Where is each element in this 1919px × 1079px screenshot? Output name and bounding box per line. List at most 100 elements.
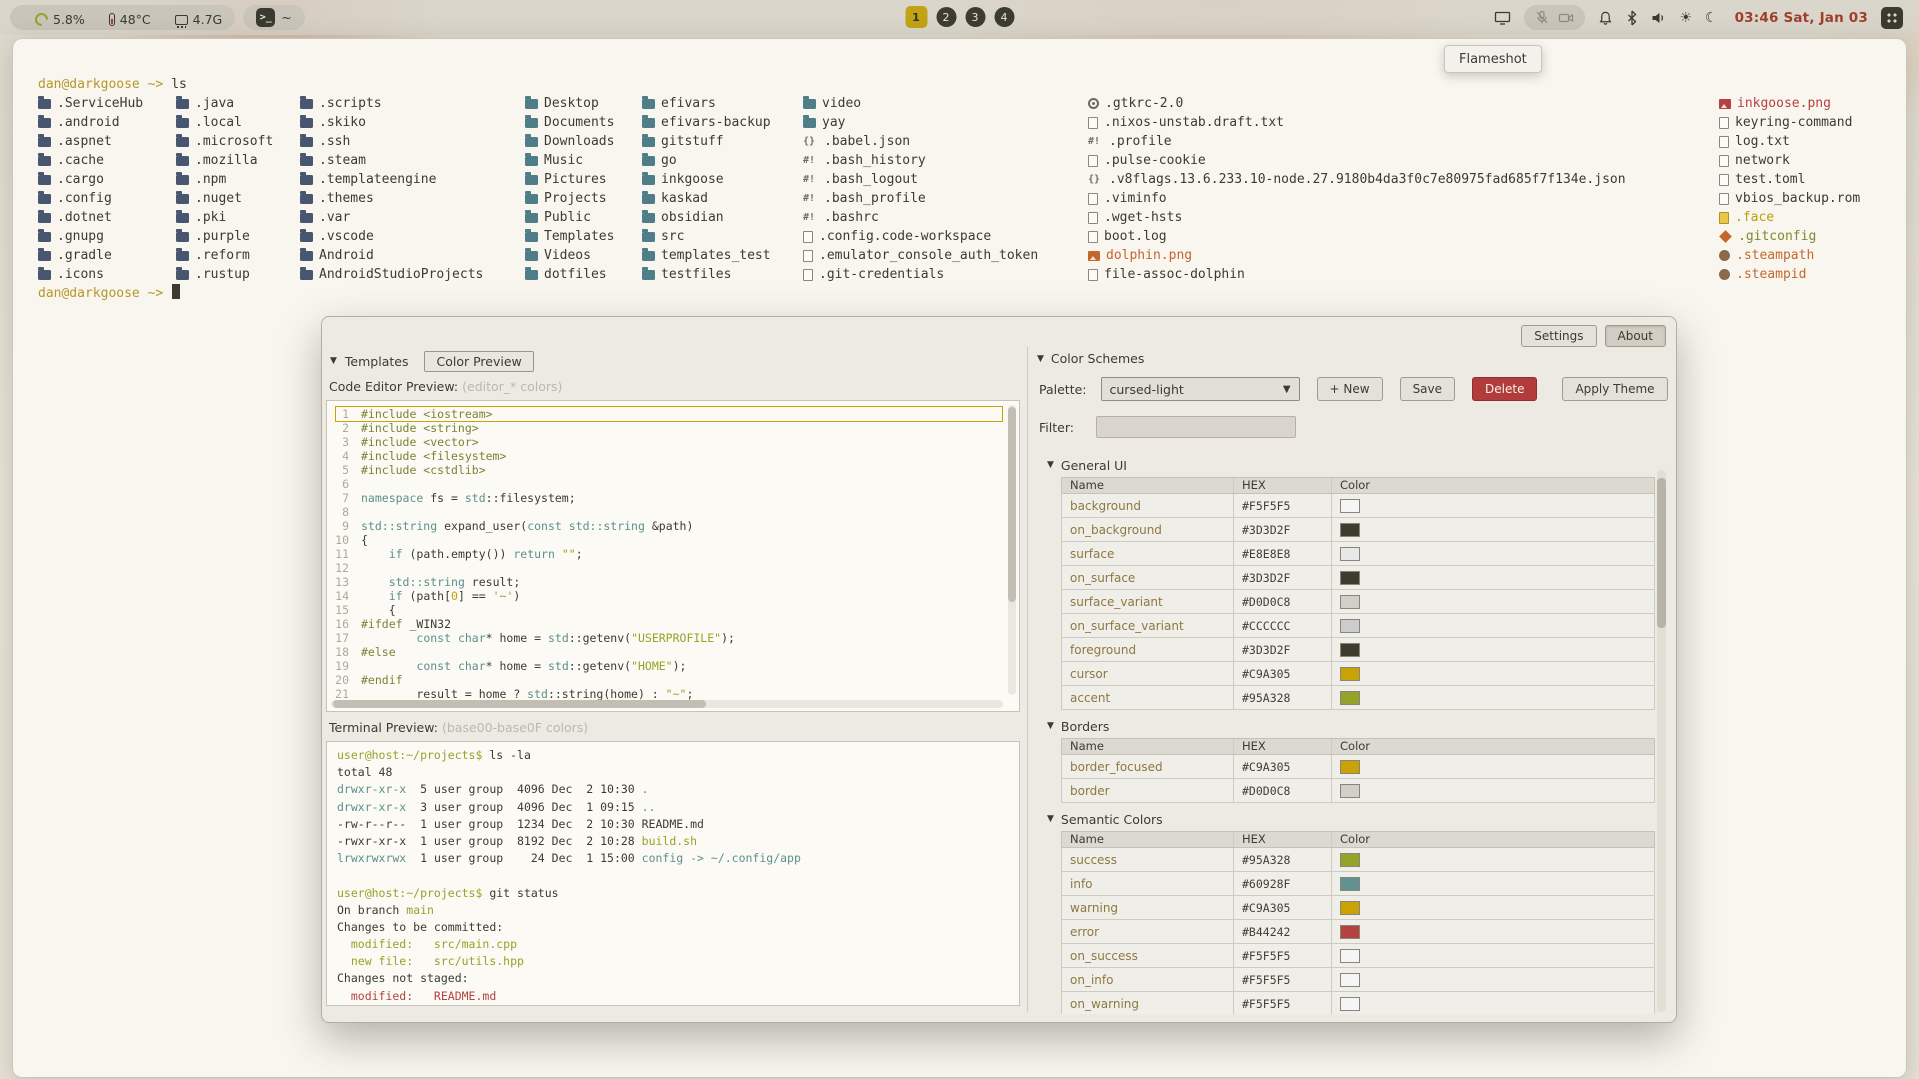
color-row[interactable]: on_background#3D3D2F	[1061, 518, 1655, 542]
editor-vertical-scrollbar[interactable]	[1008, 405, 1016, 695]
apply-theme-button[interactable]: Apply Theme	[1562, 377, 1667, 401]
palette-select[interactable]: cursed-light ▼	[1101, 377, 1300, 401]
file-name: obsidian	[661, 210, 724, 225]
file-name: boot.log	[1104, 229, 1167, 244]
color-swatch[interactable]	[1340, 619, 1360, 633]
volume-icon[interactable]	[1651, 11, 1666, 25]
color-group-header[interactable]: ▼Borders	[1047, 718, 1668, 734]
code-line: 21 result = home ? std::string(home) : "…	[327, 687, 1019, 701]
color-row[interactable]: on_surface_variant#CCCCCC	[1061, 614, 1655, 638]
color-row[interactable]: error#B44242	[1061, 920, 1655, 944]
color-swatch[interactable]	[1340, 877, 1360, 891]
workspace-1[interactable]: 1	[905, 6, 927, 28]
ls-column-2: .java.local.microsoft.mozilla.npm.nuget.…	[176, 94, 273, 284]
file-entry: .nixos-unstab.draft.txt	[1088, 113, 1626, 132]
file-entry: network	[1719, 151, 1860, 170]
workspace-2[interactable]: 2	[936, 7, 956, 27]
terminal-color-preview[interactable]: user@host:~/projects$ ls -latotal 48drwx…	[326, 741, 1020, 1006]
scrollbar-thumb[interactable]	[1008, 407, 1016, 602]
settings-button[interactable]: Settings	[1521, 325, 1596, 347]
bluetooth-icon[interactable]	[1626, 10, 1638, 26]
color-row[interactable]: on_warning#F5F5F5	[1061, 992, 1655, 1014]
brightness-icon[interactable]: ☀	[1679, 11, 1692, 25]
color-row[interactable]: surface_variant#D0D0C8	[1061, 590, 1655, 614]
color-group-header[interactable]: ▼General UI	[1047, 457, 1668, 473]
system-stats-pill[interactable]: 5.8% 48°C 4.7G	[10, 5, 235, 30]
color-swatch[interactable]	[1340, 643, 1360, 657]
color-row[interactable]: surface#E8E8E8	[1061, 542, 1655, 566]
night-light-icon[interactable]: ☾	[1705, 11, 1718, 25]
color-swatch[interactable]	[1340, 667, 1360, 681]
color-row[interactable]: success#95A328	[1061, 848, 1655, 872]
tab-color-preview[interactable]: Color Preview	[424, 351, 533, 372]
file-entry: .cargo	[38, 170, 143, 189]
color-swatch[interactable]	[1340, 595, 1360, 609]
theme-manager-window: Settings About ▼ Templates Color Preview…	[321, 316, 1677, 1023]
file-entry: .face	[1719, 208, 1860, 227]
scrollbar-thumb[interactable]	[333, 700, 706, 708]
folder-icon	[525, 251, 538, 261]
code-editor-preview[interactable]: 1#include <iostream>2#include <string>3#…	[326, 400, 1020, 712]
color-row[interactable]: warning#C9A305	[1061, 896, 1655, 920]
color-hex-cell: #C9A305	[1234, 662, 1332, 685]
folder-icon	[642, 175, 655, 185]
about-button[interactable]: About	[1605, 325, 1666, 347]
color-row[interactable]: background#F5F5F5	[1061, 494, 1655, 518]
new-palette-button[interactable]: + New	[1317, 377, 1383, 401]
color-hex-cell: #F5F5F5	[1234, 944, 1332, 967]
color-swatch[interactable]	[1340, 547, 1360, 561]
muted-indicators-pill[interactable]	[1524, 5, 1585, 30]
color-swatch[interactable]	[1340, 853, 1360, 867]
workspace-3[interactable]: 3	[965, 7, 985, 27]
color-row[interactable]: foreground#3D3D2F	[1061, 638, 1655, 662]
delete-button[interactable]: Delete	[1472, 377, 1537, 401]
collapse-triangle-icon[interactable]: ▼	[330, 356, 337, 366]
file-entry: file-assoc-dolphin	[1088, 265, 1626, 284]
bell-icon[interactable]	[1598, 10, 1613, 26]
editor-horizontal-scrollbar[interactable]	[331, 700, 1003, 708]
color-row[interactable]: on_info#F5F5F5	[1061, 968, 1655, 992]
file-entry: .pki	[176, 208, 273, 227]
collapse-triangle-icon[interactable]: ▼	[1037, 354, 1044, 364]
color-group-header[interactable]: ▼Semantic Colors	[1047, 811, 1668, 827]
color-row[interactable]: border#D0D0C8	[1061, 779, 1655, 803]
color-swatch[interactable]	[1340, 925, 1360, 939]
column-header: Name	[1062, 832, 1234, 847]
color-swatch[interactable]	[1340, 949, 1360, 963]
folder-icon	[176, 99, 189, 109]
file-entry: obsidian	[642, 208, 771, 227]
taskbar-app-pill[interactable]: >_ ~	[243, 5, 304, 30]
color-swatch[interactable]	[1340, 784, 1360, 798]
file-entry: .reform	[176, 246, 273, 265]
color-swatch[interactable]	[1340, 760, 1360, 774]
color-swatch[interactable]	[1340, 691, 1360, 705]
table-scrollbar[interactable]	[1657, 470, 1666, 1012]
color-swatch[interactable]	[1340, 997, 1360, 1011]
file-entry: .ssh	[300, 132, 483, 151]
color-swatch[interactable]	[1340, 499, 1360, 513]
color-swatch[interactable]	[1340, 523, 1360, 537]
scrollbar-thumb[interactable]	[1657, 478, 1666, 628]
color-row[interactable]: on_surface#3D3D2F	[1061, 566, 1655, 590]
filter-input[interactable]	[1096, 416, 1296, 438]
workspace-4[interactable]: 4	[994, 7, 1014, 27]
pane-divider[interactable]	[1027, 347, 1028, 1012]
color-row[interactable]: accent#95A328	[1061, 686, 1655, 710]
code-line: 3#include <vector>	[327, 435, 1019, 449]
color-swatch[interactable]	[1340, 973, 1360, 987]
display-icon[interactable]	[1494, 10, 1511, 26]
file-name: .gtkrc-2.0	[1105, 96, 1183, 111]
color-row[interactable]: on_success#F5F5F5	[1061, 944, 1655, 968]
color-row[interactable]: cursor#C9A305	[1061, 662, 1655, 686]
templates-section-label[interactable]: Templates	[345, 354, 409, 369]
color-swatch[interactable]	[1340, 901, 1360, 915]
clock[interactable]: 03:46 Sat, Jan 03	[1735, 10, 1868, 26]
save-button[interactable]: Save	[1400, 377, 1455, 401]
file-entry: .gtkrc-2.0	[1088, 94, 1626, 113]
file-icon	[1088, 98, 1099, 109]
tray-icon[interactable]	[1881, 7, 1903, 29]
color-swatch[interactable]	[1340, 571, 1360, 585]
file-name: inkgoose	[661, 172, 724, 187]
color-row[interactable]: info#60928F	[1061, 872, 1655, 896]
color-row[interactable]: border_focused#C9A305	[1061, 755, 1655, 779]
